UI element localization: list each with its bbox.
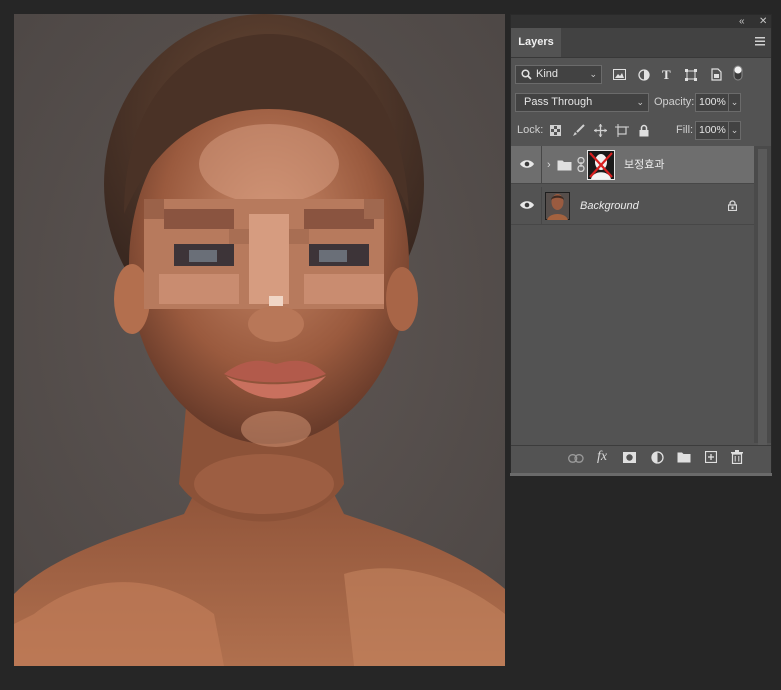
expand-chevron-icon[interactable]: ›	[547, 159, 551, 171]
fill-value: 100%	[699, 124, 726, 136]
pixelated-eye-region	[144, 199, 384, 309]
blend-mode-dropdown[interactable]: Pass Through ⌄	[515, 93, 649, 112]
folder-icon	[557, 159, 572, 171]
add-mask-icon[interactable]	[623, 452, 636, 466]
lock-row: Lock: Fill: 100% ⌄	[511, 121, 771, 141]
filter-row: Kind ⌄ T	[511, 65, 771, 85]
layer-name[interactable]: Background	[580, 187, 639, 225]
layers-scrollbar[interactable]	[754, 146, 771, 446]
layer-mask-thumbnail[interactable]	[587, 150, 615, 180]
new-group-icon[interactable]	[677, 452, 691, 466]
layer-thumbnail[interactable]	[545, 192, 570, 220]
lock-all-icon[interactable]	[639, 124, 649, 137]
trash-icon[interactable]	[731, 450, 743, 467]
kind-filter-label: Kind	[536, 68, 559, 80]
opacity-value: 100%	[699, 96, 726, 108]
fill-chevron-icon[interactable]: ⌄	[728, 121, 741, 140]
lock-transparent-icon[interactable]	[550, 125, 561, 136]
document-canvas[interactable]	[14, 14, 505, 666]
opacity-chevron-icon[interactable]: ⌄	[728, 93, 741, 112]
fx-icon[interactable]: fx	[597, 449, 607, 465]
mask-link-icon[interactable]	[577, 157, 585, 172]
new-layer-icon[interactable]	[704, 450, 718, 466]
blend-mode-value: Pass Through	[524, 96, 593, 108]
lock-artboard-icon[interactable]	[615, 124, 629, 137]
opacity-label: Opacity:	[654, 96, 695, 108]
type-filter-icon[interactable]: T	[662, 67, 671, 83]
chevron-down-icon: ⌄	[589, 69, 597, 79]
shape-filter-icon[interactable]	[685, 69, 697, 81]
adjustment-layer-icon[interactable]	[651, 451, 664, 467]
collapse-icon[interactable]: «	[739, 15, 745, 28]
smart-object-filter-icon[interactable]	[710, 68, 722, 81]
panel-menu-icon[interactable]	[755, 36, 765, 48]
chevron-down-icon: ⌄	[636, 97, 644, 107]
layer-row-group[interactable]: › 보정효과	[511, 146, 754, 184]
eye-icon[interactable]	[519, 158, 535, 170]
layer-row-background[interactable]: Background	[511, 187, 754, 225]
lock-position-icon[interactable]	[594, 124, 607, 137]
fill-field[interactable]: 100% ⌄	[695, 121, 741, 140]
scrollbar-thumb[interactable]	[758, 149, 767, 446]
panel-resize-handle[interactable]	[510, 473, 772, 476]
layer-name[interactable]: 보정효과	[624, 146, 664, 184]
tab-layers[interactable]: Layers	[511, 28, 561, 57]
eye-icon[interactable]	[519, 199, 535, 211]
adjustment-filter-icon[interactable]	[638, 69, 650, 81]
blend-row: Pass Through ⌄ Opacity: 100% ⌄	[511, 93, 771, 113]
search-icon	[521, 69, 532, 80]
link-layers-icon[interactable]	[568, 454, 584, 466]
close-icon[interactable]: ✕	[759, 15, 767, 28]
panel-titlebar: « ✕	[511, 15, 771, 28]
layers-panel: « ✕ Layers Kind ⌄ T Pass Through ⌄ Opaci…	[510, 14, 772, 475]
layers-list: › 보정효과 Background	[511, 146, 754, 443]
filter-toggle-icon[interactable]	[733, 65, 743, 81]
kind-filter-dropdown[interactable]: Kind ⌄	[515, 65, 602, 84]
pixel-filter-icon[interactable]	[613, 69, 626, 80]
fill-label: Fill:	[676, 124, 694, 136]
lock-icon	[728, 200, 737, 211]
opacity-field[interactable]: 100% ⌄	[695, 93, 741, 112]
lock-label: Lock:	[517, 124, 544, 136]
panel-tab-row: Layers	[511, 28, 771, 58]
layers-bottom-toolbar: fx	[511, 445, 771, 474]
portrait-photo	[14, 14, 505, 666]
lock-paint-icon[interactable]	[572, 124, 585, 137]
